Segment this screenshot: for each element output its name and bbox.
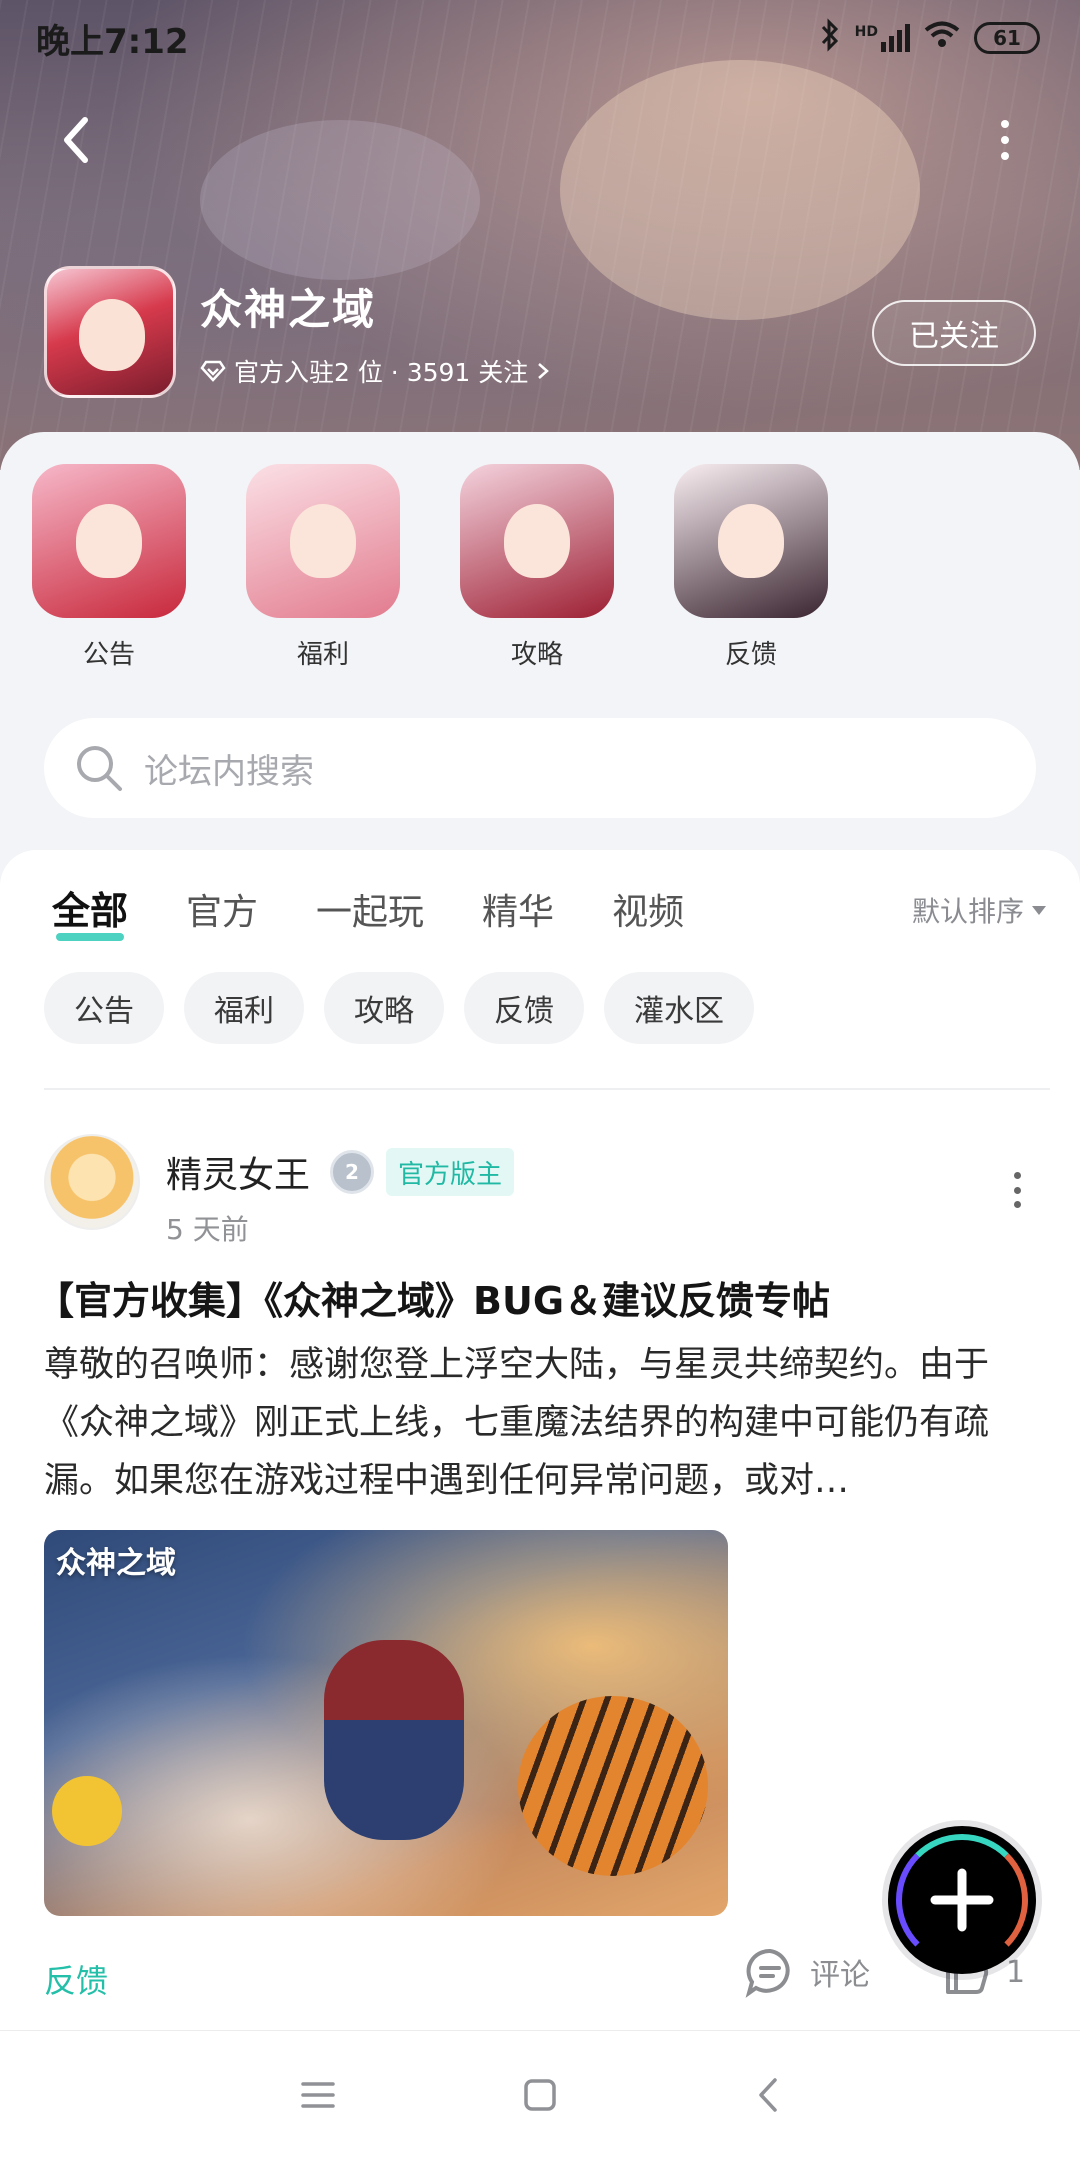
diamond-icon xyxy=(200,360,226,382)
author-avatar[interactable] xyxy=(44,1134,140,1230)
plus-icon xyxy=(930,1868,994,1932)
tab-official[interactable]: 官方 xyxy=(186,883,258,935)
tab-all[interactable]: 全部 xyxy=(52,880,128,941)
tab-featured[interactable]: 精华 xyxy=(482,883,554,935)
recent-apps-button[interactable] xyxy=(290,2067,346,2123)
post-category-tag[interactable]: 反馈 xyxy=(44,1956,108,2002)
home-square-icon xyxy=(524,2079,556,2111)
quick-links: 公告 福利 攻略 反馈 xyxy=(32,464,828,671)
post-body[interactable]: 尊敬的召唤师：感谢您登上浮空大陆，与星灵共缔契约。由于《众神之域》刚正式上线，七… xyxy=(44,1336,1040,1510)
quick-link-welfare[interactable]: 福利 xyxy=(246,464,400,671)
sort-dropdown[interactable]: 默认排序 xyxy=(912,890,1046,930)
more-dot-icon xyxy=(1001,152,1009,160)
post-title[interactable]: 【官方收集】《众神之域》BUG＆建议反馈专帖 xyxy=(36,1270,830,1325)
post-image[interactable]: 众神之域 xyxy=(44,1530,728,1916)
content-panel: 公告 福利 攻略 反馈 论坛内搜索 全部 官方 一起玩 精华 视频 默认排序 公… xyxy=(0,432,1080,2050)
sort-label: 默认排序 xyxy=(911,895,1024,928)
quick-link-image xyxy=(674,464,828,618)
back-arrow-icon xyxy=(64,117,88,163)
quick-link-label: 公告 xyxy=(82,640,135,670)
chevron-right-icon xyxy=(538,362,550,379)
comment-button[interactable]: 评论 xyxy=(744,1946,870,1998)
game-meta-text: 官方入驻2 位 · 3591 关注 xyxy=(234,357,529,387)
quick-link-image xyxy=(32,464,186,618)
comment-icon xyxy=(745,1948,790,1998)
chip-feedback[interactable]: 反馈 xyxy=(464,972,584,1044)
more-dot-icon xyxy=(1013,1201,1021,1208)
tab-video[interactable]: 视频 xyxy=(612,883,684,935)
search-input[interactable]: 论坛内搜索 xyxy=(44,718,1036,818)
system-nav-bar xyxy=(0,2030,1080,2160)
menu-icon xyxy=(301,2082,335,2108)
wifi-icon xyxy=(924,21,960,56)
battery-indicator: 61 xyxy=(974,22,1040,54)
category-chips: 公告 福利 攻略 反馈 灌水区 xyxy=(44,972,754,1044)
more-dot-icon xyxy=(1001,136,1009,144)
post-more-button[interactable] xyxy=(1012,1172,1022,1208)
back-button[interactable] xyxy=(48,110,104,170)
quick-link-image xyxy=(246,464,400,618)
more-dot-icon xyxy=(1013,1186,1021,1194)
tab-play-together[interactable]: 一起玩 xyxy=(316,883,424,935)
header-background-art xyxy=(200,120,480,280)
search-icon xyxy=(77,746,122,791)
quick-link-feedback[interactable]: 反馈 xyxy=(674,464,828,671)
search-placeholder: 论坛内搜索 xyxy=(144,751,314,792)
status-icons: HD 61 xyxy=(819,17,1040,59)
home-button[interactable] xyxy=(512,2067,568,2123)
more-dot-icon xyxy=(1013,1172,1021,1179)
comment-label: 评论 xyxy=(810,1958,870,1993)
hd-label: HD xyxy=(854,24,878,40)
divider xyxy=(44,1088,1050,1090)
quick-link-label: 反馈 xyxy=(724,640,777,670)
signal-icon: HD xyxy=(855,24,910,52)
system-back-button[interactable] xyxy=(740,2067,796,2123)
author-name[interactable]: 精灵女王 xyxy=(166,1146,310,1198)
game-icon[interactable] xyxy=(44,266,176,398)
game-text: 众神之域 官方入驻2 位 · 3591 关注 xyxy=(200,276,550,389)
post-image-art xyxy=(324,1640,464,1840)
quick-link-image xyxy=(460,464,614,618)
chip-announcement[interactable]: 公告 xyxy=(44,972,164,1044)
game-info: 众神之域 官方入驻2 位 · 3591 关注 xyxy=(44,266,550,398)
post-image-art xyxy=(52,1776,122,1846)
status-time: 晚上7:12 xyxy=(36,21,189,62)
follow-button[interactable]: 已关注 xyxy=(872,300,1036,366)
forum-header: 晚上7:12 HD 61 众神之域 官方入驻2 位 · 3591 关注 已关注 xyxy=(0,0,1080,470)
chip-chat-zone[interactable]: 灌水区 xyxy=(604,972,754,1044)
back-chevron-icon xyxy=(759,2078,777,2112)
quick-link-label: 攻略 xyxy=(510,640,563,670)
caret-down-icon xyxy=(1032,905,1046,915)
more-options-button[interactable] xyxy=(990,120,1020,160)
post-image-art xyxy=(518,1696,708,1876)
more-dot-icon xyxy=(1001,120,1009,128)
post-image-logo: 众神之域 xyxy=(56,1546,176,1581)
header-background-art xyxy=(560,60,920,320)
game-meta-link[interactable]: 官方入驻2 位 · 3591 关注 xyxy=(200,353,550,389)
post-time: 5 天前 xyxy=(166,1213,249,1246)
chip-guide[interactable]: 攻略 xyxy=(324,972,444,1044)
chip-welfare[interactable]: 福利 xyxy=(184,972,304,1044)
official-moderator-badge: 官方版主 xyxy=(386,1148,515,1196)
bluetooth-icon xyxy=(819,17,841,59)
create-post-button[interactable] xyxy=(888,1826,1036,1974)
level-badge: 2 xyxy=(330,1150,374,1194)
game-title: 众神之域 xyxy=(200,284,377,334)
quick-link-guide[interactable]: 攻略 xyxy=(460,464,614,671)
like-count: 1 xyxy=(1006,1954,1026,1990)
tab-bar: 全部 官方 一起玩 精华 视频 xyxy=(52,880,684,941)
status-bar: 晚上7:12 HD 61 xyxy=(0,0,1080,76)
quick-link-label: 福利 xyxy=(296,640,349,670)
quick-link-announcement[interactable]: 公告 xyxy=(32,464,186,671)
